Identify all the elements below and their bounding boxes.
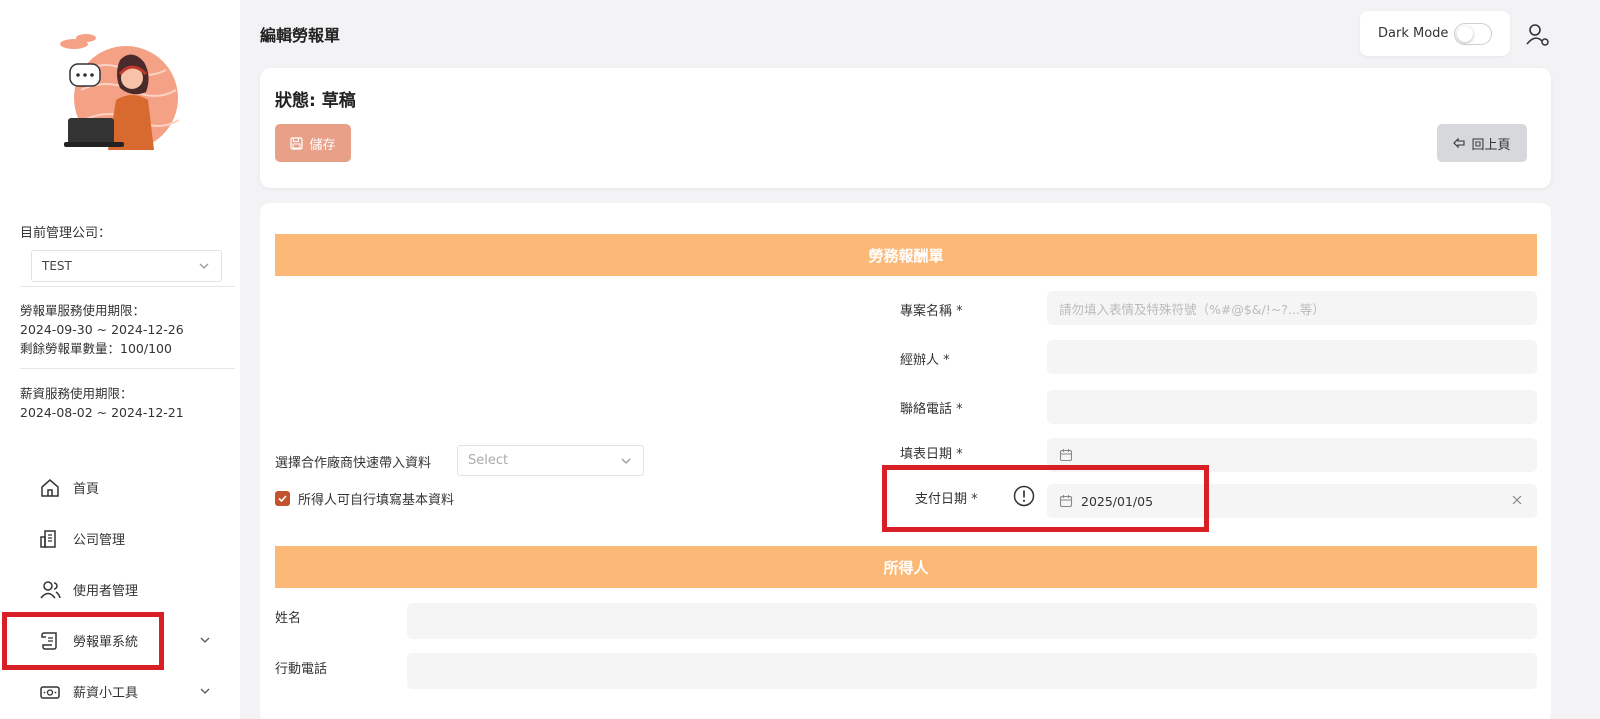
- sidebar-item-home[interactable]: 首頁: [0, 462, 240, 513]
- divider: [20, 368, 235, 369]
- chevron-down-icon: [200, 688, 210, 694]
- mobile-label: 行動電話: [275, 662, 328, 677]
- calendar-icon: [1059, 449, 1073, 462]
- form-card: 勞務報酬單 專案名稱 * 請勿填入表情及特殊符號（%#@$&/!~?...等） …: [260, 203, 1551, 719]
- back-button[interactable]: 回上頁: [1437, 124, 1527, 162]
- user-settings-icon[interactable]: [1525, 22, 1551, 48]
- toggle-knob: [1457, 26, 1473, 42]
- contact-phone-label: 聯絡電話 *: [900, 402, 963, 417]
- check-icon: [278, 495, 287, 503]
- sidebar-item-users[interactable]: 使用者管理: [0, 564, 240, 615]
- company-select[interactable]: TEST: [31, 250, 222, 282]
- sidebar-nav: 首頁 公司管理 使用者管理 勞報單系統 薪資小工具: [0, 462, 240, 717]
- clear-icon[interactable]: [1511, 494, 1523, 506]
- save-button[interactable]: 儲存: [275, 124, 351, 162]
- building-icon: [39, 528, 61, 550]
- support-avatar-illustration: [46, 30, 186, 155]
- section-header-payee: 所得人: [275, 546, 1537, 588]
- dark-mode-control: Dark Mode: [1360, 11, 1510, 56]
- save-icon: [290, 136, 304, 150]
- self-fill-checkbox[interactable]: [275, 491, 290, 506]
- save-button-label: 儲存: [309, 137, 336, 153]
- contact-phone-input[interactable]: [1047, 390, 1537, 424]
- company-label: 目前管理公司：: [20, 226, 112, 241]
- salary-service-period: 2024-08-02 ~ 2024-12-21: [20, 405, 184, 420]
- sidebar-item-label: 公司管理: [73, 533, 126, 548]
- self-fill-label: 所得人可自行填寫基本資料: [298, 493, 455, 508]
- labor-service-period: 2024-09-30 ~ 2024-12-26: [20, 322, 184, 337]
- labor-service-period-label: 勞報單服務使用期限：: [20, 303, 146, 318]
- fill-date-label: 填表日期 *: [900, 447, 963, 462]
- sidebar-item-salary-tools[interactable]: 薪資小工具: [0, 666, 240, 717]
- section-header-labor-remuneration: 勞務報酬單: [275, 234, 1537, 276]
- partner-select[interactable]: Select: [457, 445, 644, 476]
- project-name-label: 專案名稱 *: [900, 304, 963, 319]
- highlight-box-labor-system: [2, 612, 164, 670]
- name-input[interactable]: [407, 603, 1537, 639]
- handler-input[interactable]: [1047, 340, 1537, 374]
- page-title: 編輯勞報單: [260, 26, 341, 45]
- chevron-down-icon: [621, 458, 631, 464]
- status-title: 狀態: 草稿: [275, 91, 356, 111]
- dark-mode-label: Dark Mode: [1378, 26, 1449, 41]
- mobile-input[interactable]: [407, 653, 1537, 689]
- sidebar-item-label: 薪資小工具: [73, 686, 139, 701]
- company-select-value: TEST: [42, 259, 72, 273]
- partner-select-label: 選擇合作廠商快速帶入資料: [275, 456, 432, 471]
- divider: [20, 286, 235, 287]
- dark-mode-toggle[interactable]: [1454, 23, 1492, 45]
- name-label: 姓名: [275, 611, 302, 626]
- sidebar-item-label: 使用者管理: [73, 584, 139, 599]
- handler-label: 經辦人 *: [900, 353, 950, 368]
- chevron-down-icon: [199, 263, 209, 269]
- labor-service-info: 勞報單服務使用期限： 2024-09-30 ~ 2024-12-26 剩餘勞報單…: [20, 301, 184, 358]
- arrow-left-icon: [1453, 137, 1466, 149]
- project-name-placeholder: 請勿填入表情及特殊符號（%#@$&/!~?...等）: [1059, 301, 1325, 317]
- chevron-down-icon: [200, 637, 210, 643]
- labor-remaining-count: 剩餘勞報單數量：100/100: [20, 341, 172, 356]
- users-icon: [39, 579, 61, 601]
- salary-service-info: 薪資服務使用期限： 2024-08-02 ~ 2024-12-21: [20, 384, 184, 422]
- home-icon: [39, 477, 61, 499]
- back-button-label: 回上頁: [1471, 137, 1511, 153]
- status-card: 狀態: 草稿 儲存 回上頁: [260, 68, 1551, 188]
- salary-service-period-label: 薪資服務使用期限：: [20, 386, 133, 401]
- partner-select-placeholder: Select: [468, 453, 509, 468]
- project-name-input[interactable]: 請勿填入表情及特殊符號（%#@$&/!~?...等）: [1047, 291, 1537, 325]
- money-icon: [39, 681, 61, 703]
- sidebar-item-label: 首頁: [73, 482, 100, 497]
- highlight-box-pay-date: [882, 465, 1209, 532]
- sidebar-item-company[interactable]: 公司管理: [0, 513, 240, 564]
- self-fill-checkbox-row[interactable]: 所得人可自行填寫基本資料: [275, 489, 454, 508]
